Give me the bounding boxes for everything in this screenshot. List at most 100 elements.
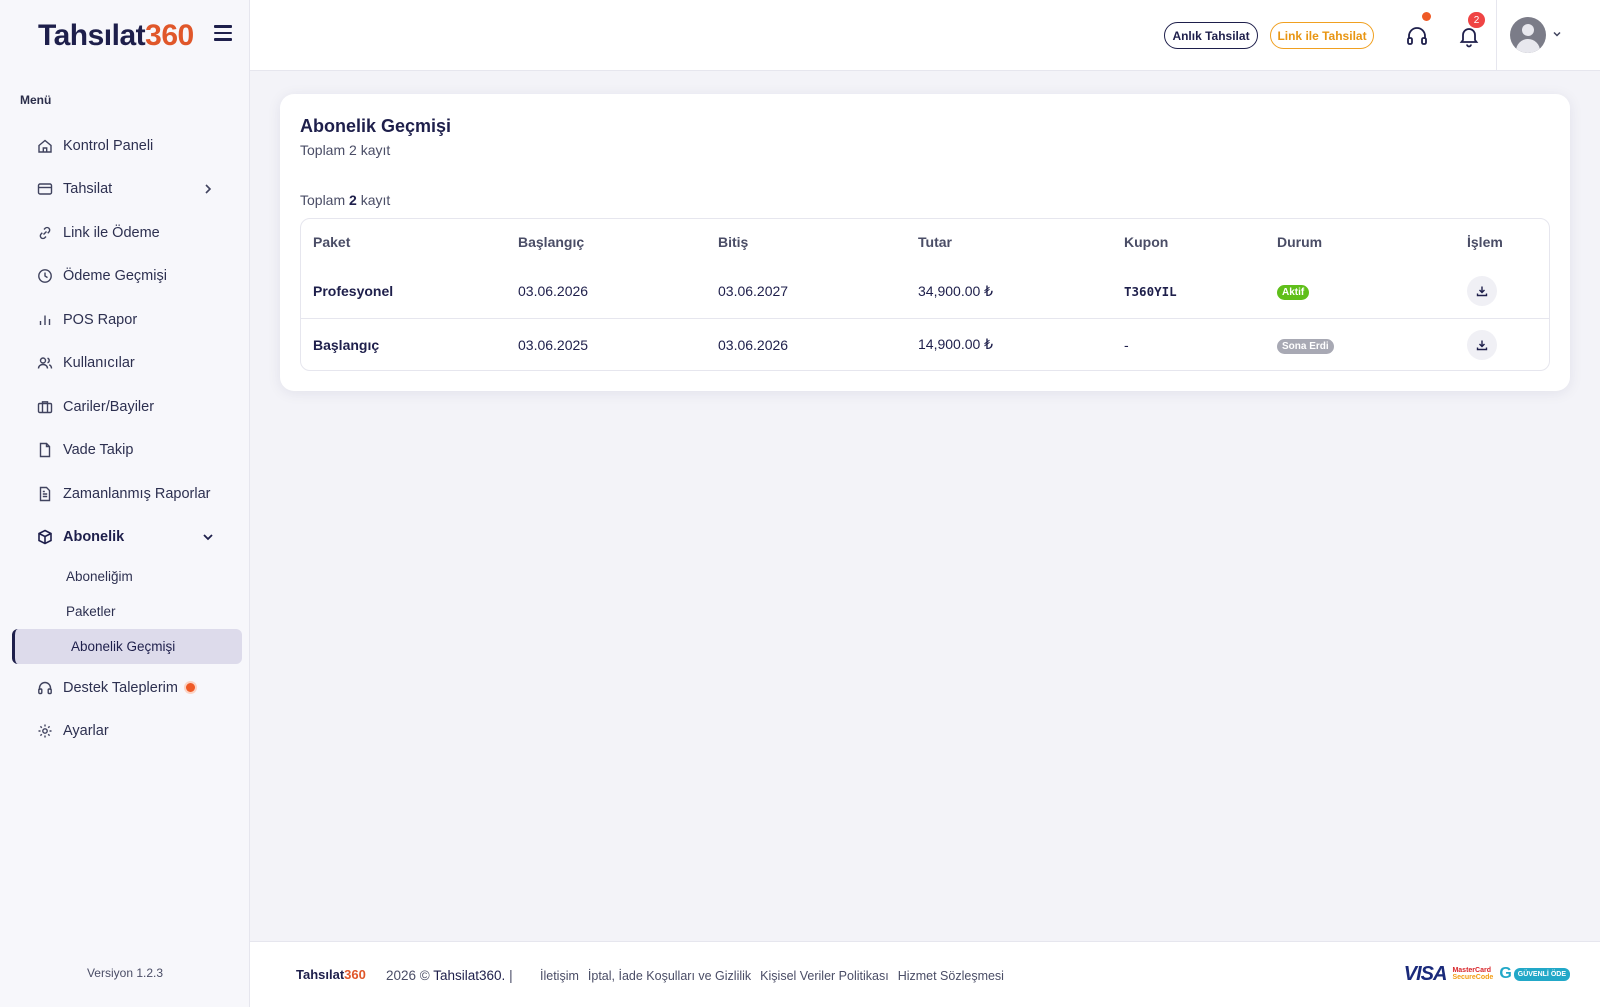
copyright-year: 2026 © (386, 968, 430, 983)
subscription-history-card: Abonelik Geçmişi Toplam 2 kayıt Toplam 2… (280, 94, 1570, 391)
sidebar-item-zamanlanmis-raporlar[interactable]: Zamanlanmış Raporlar (0, 472, 250, 516)
chevron-down-icon (203, 533, 213, 540)
logo[interactable]: Tahsılat 360 (38, 16, 194, 56)
sidebar-item-label: Link ile Ödeme (63, 224, 160, 241)
footer-separator: | (509, 968, 513, 983)
mc-line2: SecureCode (1452, 974, 1494, 981)
guvenli-text: GÜVENLİ ÖDE (1513, 967, 1570, 981)
chevron-down-icon[interactable] (1552, 29, 1562, 39)
cell-bitis: 03.06.2026 (718, 336, 789, 353)
copyright-brand: Tahsilat360. (433, 968, 506, 983)
column-header-tutar: Tutar (918, 234, 952, 250)
payment-logos: VISA MasterCard SecureCode G GÜVENLİ ÖDE (1404, 962, 1570, 986)
cell-islem (1455, 318, 1549, 370)
download-icon (1476, 340, 1488, 350)
chevron-right-icon (205, 183, 212, 194)
subscription-table: Paket Başlangıç Bitiş Tutar Kupon Durum … (300, 218, 1550, 371)
sidebar-item-odeme-gecmisi[interactable]: Ödeme Geçmişi (0, 255, 250, 299)
topbar-divider (1496, 0, 1497, 71)
menu-toggle-icon[interactable] (214, 25, 232, 41)
table-row: Başlangıç 03.06.2025 03.06.2026 14,900.0… (301, 318, 1549, 370)
cell-tutar: 14,900.00 ₺ (918, 336, 994, 353)
download-icon (1476, 286, 1488, 297)
sidebar-item-pos-rapor[interactable]: POS Rapor (0, 298, 250, 342)
sidebar-subitem-aboneligim[interactable]: Aboneliğim (0, 559, 250, 594)
sidebar-item-label: Kullanıcılar (63, 355, 135, 372)
record-count-suffix: kayıt (360, 192, 391, 208)
table-header-row: Paket Başlangıç Bitiş Tutar Kupon Durum … (301, 219, 1549, 265)
footer-link-iletisim[interactable]: İletişim (540, 969, 579, 983)
sidebar-item-label: Abonelik (63, 529, 125, 546)
sidebar-item-abonelik[interactable]: Abonelik (0, 516, 250, 560)
menu-label: Menü (20, 93, 52, 107)
card-icon (36, 181, 53, 198)
link-collection-button[interactable]: Link ile Tahsilat (1270, 22, 1374, 49)
notification-dot (185, 683, 195, 693)
sidebar-item-kullanicilar[interactable]: Kullanıcılar (0, 342, 250, 386)
visa-logo: VISA (1403, 962, 1448, 985)
instant-collection-button[interactable]: Anlık Tahsilat (1164, 22, 1258, 49)
link-icon (36, 224, 53, 241)
bar-chart-icon (36, 311, 53, 328)
download-button[interactable] (1467, 276, 1497, 307)
sidebar-subitem-paketler[interactable]: Paketler (0, 594, 250, 629)
sidebar-item-kontrol-paneli[interactable]: Kontrol Paneli (0, 124, 250, 168)
sidebar-item-label: POS Rapor (63, 311, 138, 328)
footer-logo-accent: 360 (344, 967, 366, 982)
cell-kupon: T360YIL (1112, 265, 1265, 319)
sidebar-item-link-ile-odeme[interactable]: Link ile Ödeme (0, 211, 250, 255)
sidebar-item-label: Ayarlar (63, 723, 109, 740)
support-dot (1422, 12, 1431, 21)
cell-paket: Profesyonel (301, 265, 506, 319)
page-subtitle: Toplam 2 kayıt (300, 142, 391, 158)
status-badge: Sona Erdi (1277, 338, 1334, 354)
cell-durum: Aktif (1265, 265, 1455, 319)
cell-baslangic: 03.06.2025 (518, 336, 589, 353)
clock-icon (36, 268, 53, 285)
table-row: Profesyonel 03.06.2026 03.06.2027 34,900… (301, 265, 1549, 319)
topbar: Anlık Tahsilat Link ile Tahsilat 2 (250, 0, 1600, 71)
cell-bitis: 03.06.2027 (706, 265, 906, 319)
footer-copyright: 2026 © Tahsilat360. | (386, 968, 513, 983)
home-icon (36, 137, 53, 154)
briefcase-icon (36, 398, 53, 415)
sidebar-item-label: Kontrol Paneli (63, 137, 154, 154)
version-label: Versiyon 1.2.3 (86, 966, 164, 980)
sidebar-item-label: Cariler/Bayiler (63, 398, 155, 415)
file-text-icon (36, 485, 53, 502)
column-header-baslangic: Başlangıç (518, 234, 585, 250)
sidebar-item-label: Zamanlanmış Raporlar (63, 485, 211, 502)
sidebar-item-label: Vade Takip (63, 442, 134, 459)
sidebar-item-vade-takip[interactable]: Vade Takip (0, 429, 250, 473)
record-count: Toplam 2 kayıt (300, 192, 390, 208)
footer-link-iptal-iade[interactable]: İptal, İade Koşulları ve Gizlilik (588, 969, 751, 983)
download-button[interactable] (1467, 329, 1497, 360)
column-header-paket: Paket (313, 234, 351, 250)
sidebar-item-destek-taleplerim[interactable]: Destek Taleplerim (0, 666, 250, 710)
cell-tutar: 34,900.00 ₺ (906, 265, 1112, 319)
sidebar-item-cariler-bayiler[interactable]: Cariler/Bayiler (0, 385, 250, 429)
notification-badge: 2 (1468, 12, 1485, 28)
cell-durum: Sona Erdi (1265, 318, 1455, 370)
cell-baslangic: 03.06.2026 (506, 265, 706, 319)
column-header-kupon: Kupon (1124, 234, 1169, 250)
users-icon (36, 355, 53, 372)
sidebar-subitem-abonelik-gecmisi[interactable]: Abonelik Geçmişi (12, 629, 242, 664)
sidebar-item-label: Tahsilat (63, 181, 113, 198)
guvenli-g: G (1499, 965, 1512, 982)
support-headset-icon[interactable] (1405, 24, 1429, 48)
footer-link-hizmet-sozlesmesi[interactable]: Hizmet Sözleşmesi (898, 969, 1004, 983)
cell-kupon: - (1124, 336, 1129, 353)
sidebar-nav: Kontrol Paneli Tahsilat Link ile Ödeme Ö… (0, 124, 250, 753)
file-icon (36, 442, 53, 459)
record-count-value: 2 (349, 192, 357, 208)
mastercard-securecode-logo: MasterCard SecureCode (1452, 967, 1493, 981)
status-badge: Aktif (1277, 285, 1310, 301)
footer-link-kvkk[interactable]: Kişisel Veriler Politikası (760, 969, 889, 983)
sidebar-item-tahsilat[interactable]: Tahsilat (0, 168, 250, 212)
avatar[interactable] (1510, 17, 1546, 53)
column-header-durum: Durum (1277, 234, 1323, 250)
footer-logo-main: Tahsılat (296, 967, 345, 982)
footer: Tahsılat360 2026 © Tahsilat360. | İletiş… (250, 941, 1600, 1007)
sidebar-item-ayarlar[interactable]: Ayarlar (0, 710, 250, 754)
